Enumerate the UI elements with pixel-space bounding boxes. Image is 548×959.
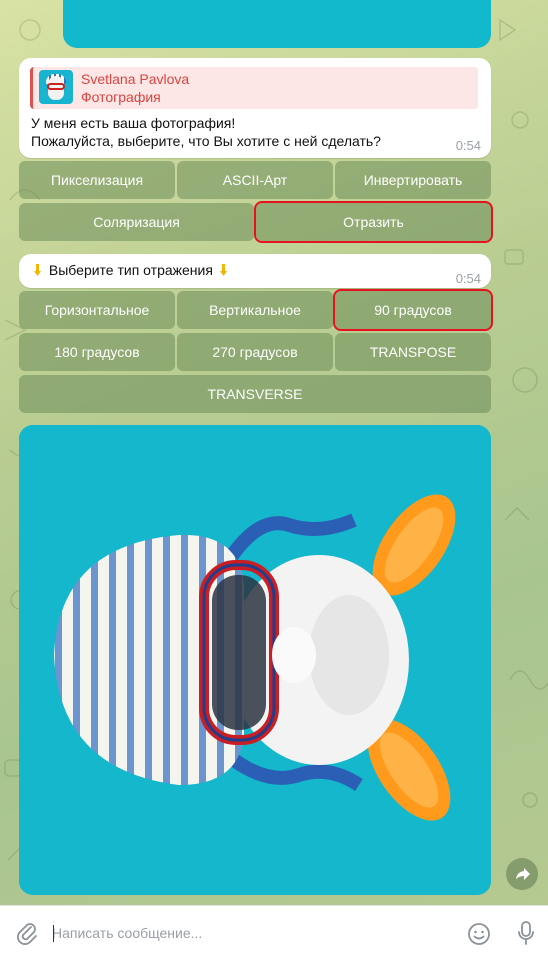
rotate-90-button[interactable]: 90 градусов — [333, 289, 493, 331]
solarize-button[interactable]: Соляризация — [19, 203, 254, 241]
pointing-down-icon — [34, 264, 41, 276]
pointing-down-icon — [219, 264, 227, 276]
thumbnail-goggles — [47, 83, 65, 90]
vertical-button[interactable]: Вертикальное — [177, 291, 333, 329]
horizontal-button[interactable]: Горизонтальное — [19, 291, 175, 329]
bot-message: Svetlana Pavlova Фотография У меня есть … — [19, 58, 491, 158]
forward-button[interactable] — [506, 858, 538, 890]
message-input-bar — [0, 905, 548, 959]
message-time: 0:54 — [455, 271, 481, 286]
photo-illustration — [19, 425, 491, 895]
message-text: У меня есть ваша фотография! Пожалуйста,… — [31, 115, 381, 149]
reply-thumbnail — [39, 70, 73, 104]
microphone-icon[interactable] — [514, 919, 538, 947]
result-photo[interactable] — [19, 425, 491, 895]
bot-message: Выберите тип отражения 0:54 — [19, 254, 491, 288]
reply-subtitle: Фотография — [81, 89, 161, 105]
share-arrow-icon — [516, 868, 530, 880]
reply-sender-name: Svetlana Pavlova — [81, 71, 190, 87]
text-caret — [53, 925, 54, 942]
previous-photo[interactable] — [63, 0, 491, 48]
reply-preview[interactable]: Svetlana Pavlova Фотография — [30, 67, 478, 109]
message-time: 0:54 — [455, 138, 481, 153]
message-text: Выберите тип отражения — [31, 262, 231, 278]
message-input[interactable] — [52, 920, 442, 946]
message-text-content: Выберите тип отражения — [48, 262, 213, 278]
smile-icon[interactable] — [466, 921, 492, 947]
rotate-180-button[interactable]: 180 градусов — [19, 333, 175, 371]
pixelate-button[interactable]: Пикселизация — [19, 161, 175, 199]
invert-button[interactable]: Инвертировать — [335, 161, 491, 199]
mirror-button[interactable]: Отразить — [254, 201, 493, 243]
transverse-button[interactable]: TRANSVERSE — [19, 375, 491, 413]
paperclip-icon[interactable] — [14, 920, 40, 946]
transpose-button[interactable]: TRANSPOSE — [335, 333, 491, 371]
chat-area: Svetlana Pavlova Фотография У меня есть … — [0, 0, 548, 905]
ascii-art-button[interactable]: ASCII-Арт — [177, 161, 333, 199]
rotate-270-button[interactable]: 270 градусов — [177, 333, 333, 371]
